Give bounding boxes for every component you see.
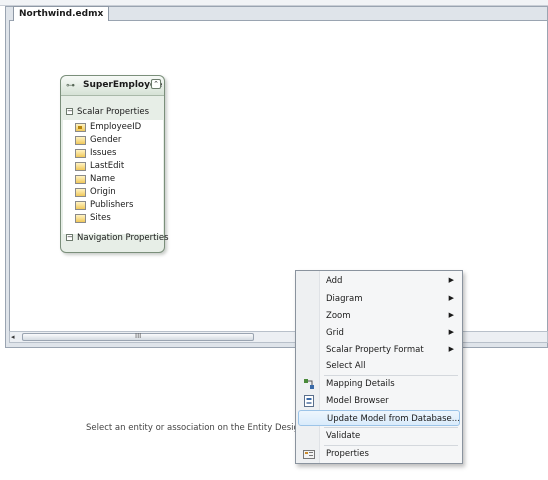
property-name: Issues — [90, 148, 117, 158]
property-name: EmployeeID — [90, 122, 142, 132]
scrollbar-grip-icon: III — [135, 332, 142, 340]
menu-item-label: Mapping Details — [326, 379, 395, 389]
menu-item-label: Grid — [326, 328, 344, 338]
menu-item-label: Model Browser — [326, 396, 389, 406]
scalar-property-icon — [75, 136, 86, 145]
scalar-property-icon — [75, 175, 86, 184]
menu-item-mapping-details[interactable]: Mapping Details — [298, 376, 460, 392]
submenu-arrow-icon: ▶ — [448, 294, 454, 302]
entity-header[interactable]: ⊶ SuperEmployee ⌃ — [61, 76, 164, 96]
scalar-properties-section[interactable]: − Scalar Properties — [63, 105, 163, 119]
menu-item-label: Zoom — [326, 311, 351, 321]
context-menu: Add ▶ Diagram ▶ Zoom ▶ Grid ▶ Scalar Pro… — [295, 270, 463, 464]
menu-item-model-browser[interactable]: Model Browser — [298, 393, 460, 409]
property-name: Name — [90, 174, 116, 184]
property-name: LastEdit — [90, 161, 125, 171]
entity-type-icon: ⊶ — [66, 81, 75, 91]
scalar-property-icon — [75, 162, 86, 171]
property-name: Publishers — [90, 200, 134, 210]
menu-item-select-all[interactable]: Select All — [298, 358, 460, 374]
scrollbar-thumb[interactable]: III — [22, 332, 254, 341]
menu-item-label: Validate — [326, 431, 361, 441]
collapse-button[interactable]: ⌃ — [151, 79, 161, 89]
mapping-details-icon — [304, 379, 314, 389]
scalar-property-icon — [75, 188, 86, 197]
scalar-property-icon — [75, 214, 86, 223]
menu-item-diagram[interactable]: Diagram ▶ — [298, 291, 460, 307]
navigation-properties-section[interactable]: − Navigation Properties — [63, 231, 169, 245]
menu-item-update-model-from-database[interactable]: Update Model from Database... — [298, 410, 460, 426]
menu-item-label: Scalar Property Format — [326, 345, 424, 355]
scroll-left-icon[interactable]: ◂ — [11, 334, 17, 341]
menu-item-label: Properties — [326, 449, 369, 459]
collapse-minus-icon[interactable]: − — [66, 234, 73, 241]
navigation-properties-label: Navigation Properties — [77, 233, 169, 243]
submenu-arrow-icon: ▶ — [448, 276, 454, 284]
scalar-properties-label: Scalar Properties — [77, 107, 150, 117]
menu-item-scalar-property-format[interactable]: Scalar Property Format ▶ — [298, 342, 460, 358]
collapse-minus-icon[interactable]: − — [66, 108, 73, 115]
scalar-property-icon — [75, 201, 86, 210]
menu-item-label: Add — [326, 276, 343, 286]
entity-superemployee[interactable]: ⊶ SuperEmployee ⌃ − Scalar Properties Em… — [60, 75, 169, 253]
properties-icon — [303, 450, 315, 459]
horizontal-scrollbar[interactable]: ◂ III — [9, 331, 548, 343]
property-name: Sites — [90, 213, 111, 223]
menu-item-properties[interactable]: Properties — [298, 446, 460, 462]
menu-item-label: Select All — [326, 361, 366, 371]
menu-item-label: Diagram — [326, 294, 363, 304]
property-name: Origin — [90, 187, 116, 197]
menu-item-validate[interactable]: Validate — [298, 428, 460, 444]
property-list: EmployeeID Gender Issues LastEdit Name O… — [63, 120, 163, 234]
menu-item-zoom[interactable]: Zoom ▶ — [298, 308, 460, 324]
submenu-arrow-icon: ▶ — [448, 345, 454, 353]
submenu-arrow-icon: ▶ — [448, 311, 454, 319]
scalar-property-icon — [75, 149, 86, 158]
menu-item-label: Update Model from Database... — [327, 414, 460, 424]
menu-item-add[interactable]: Add ▶ — [298, 273, 460, 289]
menu-item-grid[interactable]: Grid ▶ — [298, 325, 460, 341]
properties-hint-text: Select an entity or association on the E… — [86, 423, 325, 433]
property-name: Gender — [90, 135, 122, 145]
model-browser-icon — [304, 395, 314, 407]
key-property-icon — [75, 123, 86, 132]
tab-northwind-edmx[interactable]: Northwind.edmx — [13, 6, 110, 21]
submenu-arrow-icon: ▶ — [448, 328, 454, 336]
